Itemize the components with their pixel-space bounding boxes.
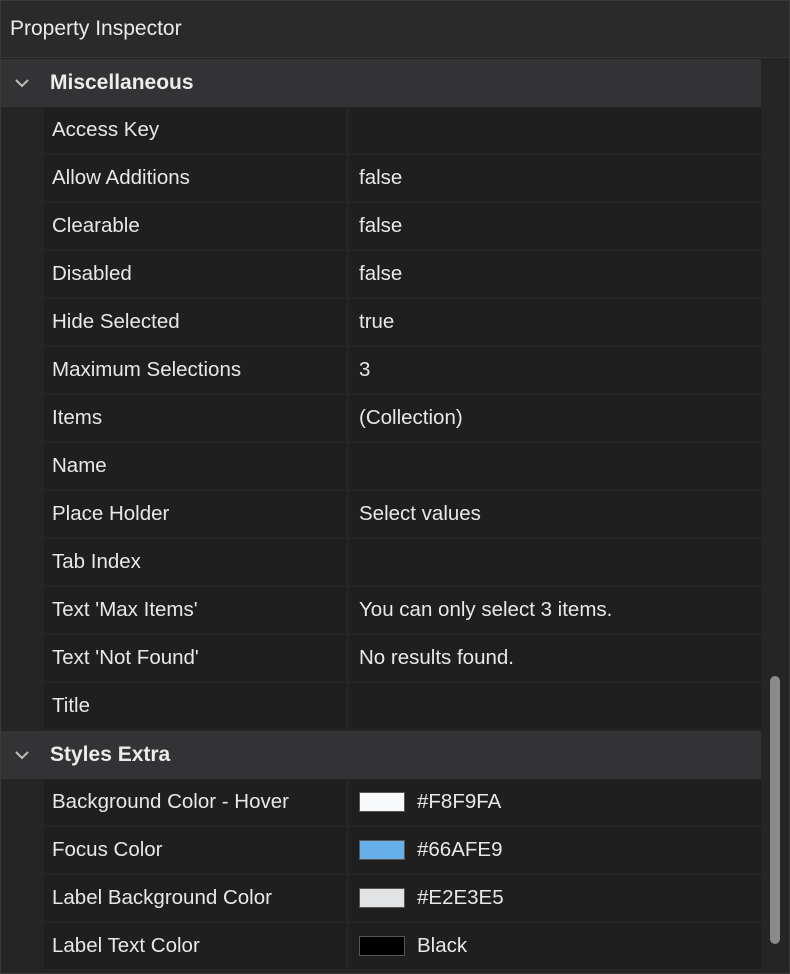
property-value[interactable]: true — [349, 299, 761, 345]
property-value[interactable] — [349, 443, 761, 489]
color-value[interactable]: #E2E3E5 — [349, 875, 761, 921]
scrollbar-thumb[interactable] — [770, 676, 780, 944]
section-label: Styles Extra — [50, 743, 171, 766]
color-swatch[interactable] — [359, 888, 405, 908]
section-header-styles-extra[interactable]: Styles Extra — [1, 731, 761, 779]
property-value[interactable]: false — [349, 155, 761, 201]
section-label: Miscellaneous — [50, 71, 194, 94]
property-value[interactable]: No results found. — [349, 635, 761, 681]
property-row-allow-additions[interactable]: Allow Additions false — [44, 155, 761, 203]
color-value[interactable]: Black — [349, 923, 761, 969]
property-value[interactable]: Select values — [349, 491, 761, 537]
property-row-access-key[interactable]: Access Key — [44, 107, 761, 155]
chevron-down-icon[interactable] — [1, 78, 43, 88]
property-name: Background Color - Hover — [44, 779, 346, 825]
color-value[interactable]: #F8F9FA — [349, 779, 761, 825]
property-name: Text 'Not Found' — [44, 635, 346, 681]
color-value-text: #F8F9FA — [417, 790, 502, 813]
property-name: Tab Index — [44, 539, 346, 585]
property-row-items[interactable]: Items (Collection) — [44, 395, 761, 443]
property-value[interactable] — [349, 539, 761, 585]
color-swatch[interactable] — [359, 840, 405, 860]
property-value[interactable]: (Collection) — [349, 395, 761, 441]
property-name: Disabled — [44, 251, 346, 297]
color-value-text: #E2E3E5 — [417, 886, 504, 909]
property-name: Allow Additions — [44, 155, 346, 201]
property-inspector-panel: Property Inspector Miscellaneous Access … — [0, 0, 790, 974]
property-name: Title — [44, 683, 346, 729]
property-value[interactable]: You can only select 3 items. — [349, 587, 761, 633]
color-value-text: Black — [417, 934, 468, 957]
property-name: Maximum Selections — [44, 347, 346, 393]
property-row-text-max-items[interactable]: Text 'Max Items' You can only select 3 i… — [44, 587, 761, 635]
property-row-clearable[interactable]: Clearable false — [44, 203, 761, 251]
property-row-hide-selected[interactable]: Hide Selected true — [44, 299, 761, 347]
property-row-place-holder[interactable]: Place Holder Select values — [44, 491, 761, 539]
property-value[interactable] — [349, 107, 761, 153]
property-grid: Miscellaneous Access Key Allow Additions… — [1, 59, 761, 973]
property-name: Access Key — [44, 107, 346, 153]
property-name: Name — [44, 443, 346, 489]
property-row-focus-color[interactable]: Focus Color #66AFE9 — [44, 827, 761, 875]
color-value-text: #66AFE9 — [417, 838, 503, 861]
property-name: Focus Color — [44, 827, 346, 873]
chevron-down-icon[interactable] — [1, 750, 43, 760]
property-value[interactable]: 3 — [349, 347, 761, 393]
property-value[interactable]: false — [349, 203, 761, 249]
property-row-label-background-color[interactable]: Label Background Color #E2E3E5 — [44, 875, 761, 923]
property-name: Place Holder — [44, 491, 346, 537]
property-value[interactable]: false — [349, 251, 761, 297]
property-row-maximum-selections[interactable]: Maximum Selections 3 — [44, 347, 761, 395]
property-row-background-color-hover[interactable]: Background Color - Hover #F8F9FA — [44, 779, 761, 827]
property-name: Items — [44, 395, 346, 441]
color-swatch[interactable] — [359, 792, 405, 812]
property-name: Label Background Color — [44, 875, 346, 921]
property-row-text-not-found[interactable]: Text 'Not Found' No results found. — [44, 635, 761, 683]
property-name: Label Text Color — [44, 923, 346, 969]
section-header-miscellaneous[interactable]: Miscellaneous — [1, 59, 761, 107]
color-value[interactable]: #66AFE9 — [349, 827, 761, 873]
property-name: Text 'Max Items' — [44, 587, 346, 633]
panel-title: Property Inspector — [1, 1, 789, 58]
property-name: Clearable — [44, 203, 346, 249]
property-row-disabled[interactable]: Disabled false — [44, 251, 761, 299]
property-row-label-text-color[interactable]: Label Text Color Black — [44, 923, 761, 971]
property-row-title[interactable]: Title — [44, 683, 761, 731]
property-row-tab-index[interactable]: Tab Index — [44, 539, 761, 587]
property-name: Hide Selected — [44, 299, 346, 345]
color-swatch[interactable] — [359, 936, 405, 956]
property-value[interactable] — [349, 683, 761, 729]
property-row-name[interactable]: Name — [44, 443, 761, 491]
